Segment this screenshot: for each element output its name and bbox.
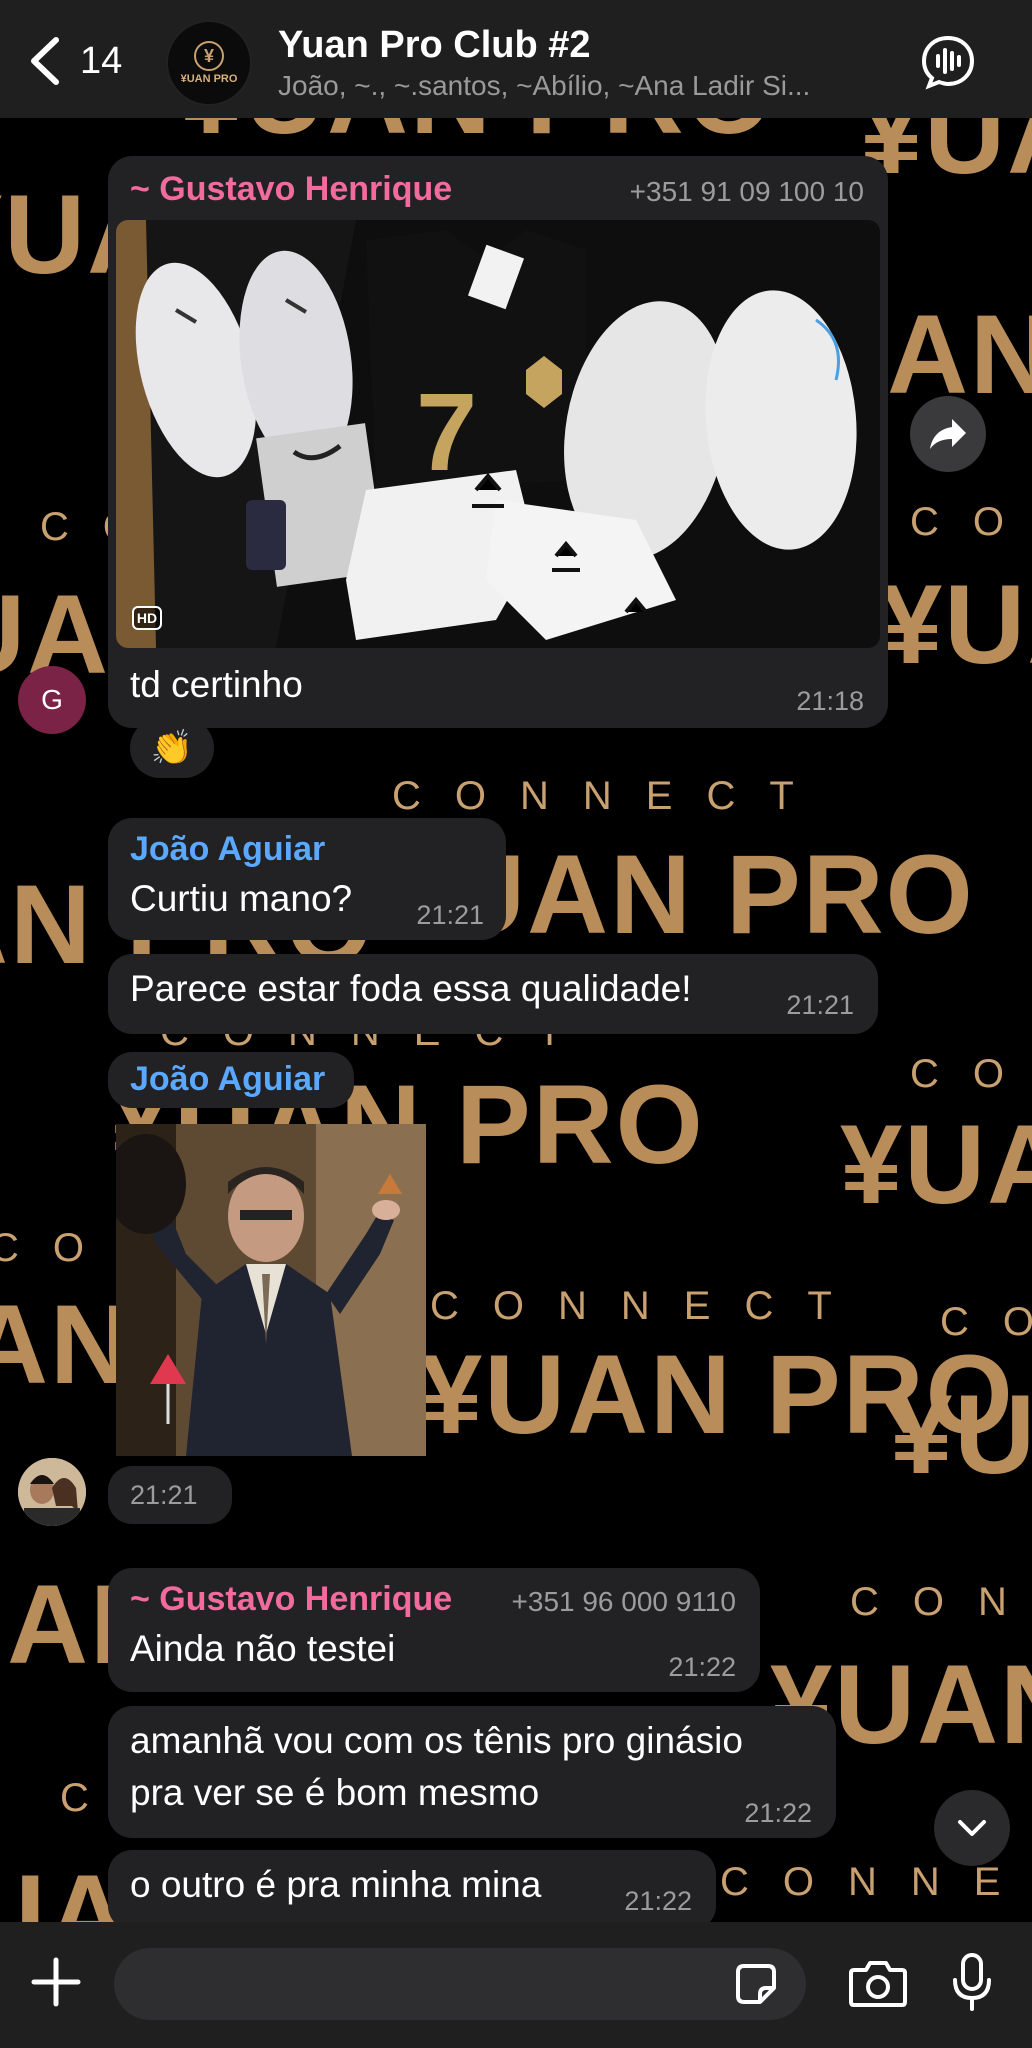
sticker-icon[interactable] [734, 1962, 778, 2006]
message-text: Ainda não testei [130, 1628, 396, 1669]
chat-header: 14 ¥ ¥UAN PRO Yuan Pro Club #2 João, ~.,… [0, 0, 1032, 118]
wallpaper-connect-text: CONNECT [430, 1284, 866, 1328]
voice-chat-icon[interactable] [920, 34, 976, 90]
wallpaper-connect-text: CONNECT [910, 500, 1032, 544]
forward-button[interactable] [910, 396, 986, 472]
message-time: 21:18 [796, 686, 864, 716]
message-photo[interactable]: 7 HD [116, 220, 880, 648]
message-time: 21:22 [624, 1886, 692, 1916]
group-avatar[interactable]: ¥ ¥UAN PRO [166, 20, 252, 106]
sender-name[interactable]: ~ Gustavo Henrique [130, 170, 452, 209]
message-text: Parece estar foda essa qualidade! [130, 968, 692, 1009]
message-time: 21:22 [668, 1652, 736, 1682]
message-text-line: pra ver se é bom mesmo [130, 1772, 540, 1813]
sender-label-bubble[interactable]: João Aguiar [108, 1052, 354, 1108]
sender-phone: +351 91 09 100 10 [629, 176, 864, 207]
chevron-down-icon [958, 1820, 986, 1836]
wallpaper-logo-text: ¥UAN PRO [890, 1372, 1032, 1497]
message-bubble[interactable]: o outro é pra minha mina 21:22 [108, 1850, 716, 1930]
message-text: Curtiu mano? [130, 878, 353, 919]
group-avatar-text: ¥UAN PRO [180, 73, 238, 85]
wallpaper-connect-text: CONNECT [392, 774, 828, 818]
chat-members[interactable]: João, ~., ~.santos, ~Abílio, ~Ana Ladir … [278, 70, 858, 102]
wallpaper-connect-text: CONNECT [940, 1300, 1032, 1344]
scroll-to-bottom-button[interactable] [934, 1790, 1010, 1866]
message-bubble[interactable]: Parece estar foda essa qualidade! 21:21 [108, 954, 878, 1034]
back-chevron-icon[interactable] [26, 36, 66, 86]
sender-name[interactable]: ~ Gustavo Henrique [130, 1580, 452, 1619]
hd-badge: HD [132, 606, 162, 630]
wallpaper-connect-text: CONNECT [910, 1052, 1032, 1096]
message-text-line: amanhã vou com os tênis pro ginásio [130, 1720, 743, 1761]
forward-icon [930, 419, 966, 449]
reaction-badge[interactable]: 👏 [130, 718, 214, 778]
time-bubble: 21:21 [108, 1466, 232, 1524]
wallpaper-logo-text: ¥UAN PRO [840, 1102, 1032, 1227]
message-bubble[interactable]: ~ Gustavo Henrique +351 91 09 100 10 7 H… [108, 156, 888, 728]
message-time: 21:22 [744, 1798, 812, 1828]
wallpaper-connect-text: CONNECT [720, 1860, 1032, 1904]
sender-name[interactable]: João Aguiar [130, 830, 325, 869]
chat-title[interactable]: Yuan Pro Club #2 [278, 24, 591, 67]
sender-avatar[interactable]: G [18, 666, 86, 734]
message-bubble[interactable]: amanhã vou com os tênis pro ginásio pra … [108, 1706, 836, 1838]
mic-icon[interactable] [950, 1952, 994, 2012]
sender-avatar[interactable] [18, 1458, 86, 1526]
plus-icon[interactable] [30, 1956, 82, 2008]
message-bubble[interactable]: ~ Gustavo Henrique +351 96 000 9110 Aind… [108, 1568, 760, 1692]
message-time: 21:21 [416, 900, 484, 930]
message-time: 21:21 [130, 1480, 198, 1510]
message-bubble[interactable]: João Aguiar Curtiu mano? 21:21 [108, 818, 506, 940]
sender-name[interactable]: João Aguiar [130, 1060, 325, 1099]
yuan-logo-icon: ¥ [194, 41, 224, 71]
svg-text:7: 7 [416, 371, 477, 494]
wallpaper-logo-text: ¥UAN PRO [880, 562, 1032, 687]
message-time: 21:21 [786, 990, 854, 1020]
message-text: o outro é pra minha mina [130, 1864, 542, 1905]
unread-count[interactable]: 14 [80, 40, 122, 83]
camera-icon[interactable] [848, 1958, 908, 2008]
composer-bar [0, 1922, 1032, 2048]
wallpaper-connect-text: CONNECT [850, 1580, 1032, 1624]
message-input[interactable] [114, 1948, 806, 2020]
message-text: td certinho [130, 664, 303, 705]
message-photo[interactable] [116, 1124, 426, 1456]
sender-phone: +351 96 000 9110 [511, 1586, 736, 1617]
